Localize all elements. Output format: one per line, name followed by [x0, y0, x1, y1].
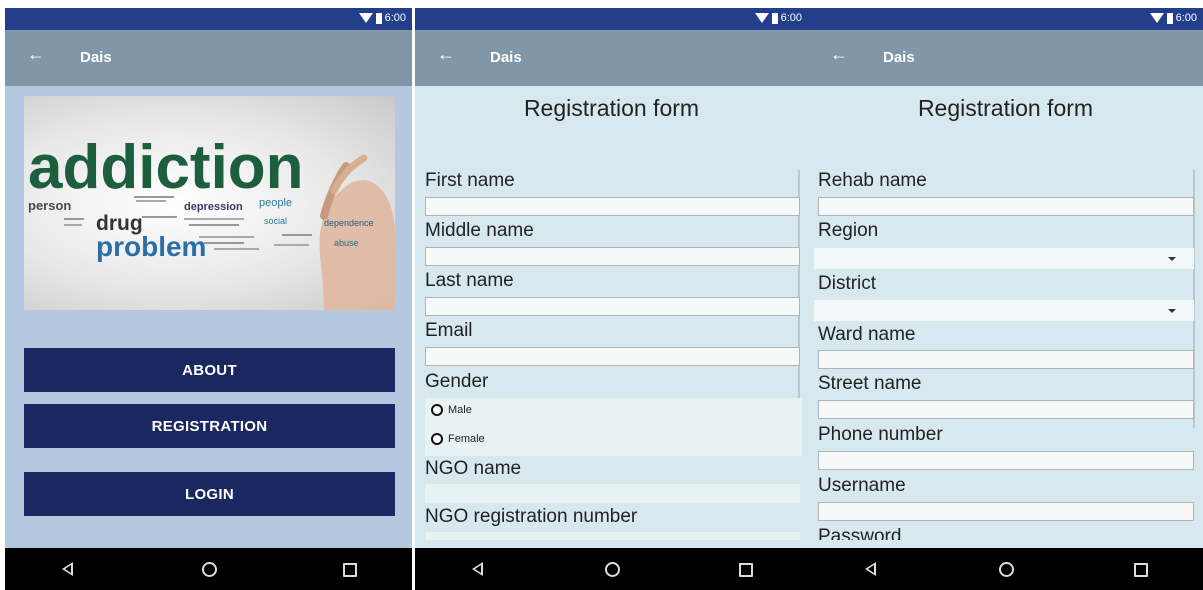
gender-label: Gender	[425, 371, 489, 392]
nav-home-icon[interactable]	[604, 562, 620, 577]
nav-back-icon[interactable]	[62, 562, 73, 576]
wifi-icon	[1149, 13, 1164, 23]
gender-radio-group: Male Female	[425, 398, 802, 456]
form-content: Registration form First name Middle name…	[415, 86, 808, 548]
form-title: Registration form	[917, 95, 1094, 121]
email-field[interactable]	[425, 347, 800, 366]
back-arrow-icon[interactable]: ←	[830, 44, 848, 65]
nav-back-icon[interactable]	[472, 562, 483, 576]
status-time: 6:00	[780, 12, 802, 24]
ward-name-field[interactable]	[818, 350, 1194, 369]
app-bar: ← Dais	[415, 30, 808, 86]
first-name-label: First name	[425, 170, 515, 191]
battery-icon	[771, 12, 778, 24]
nav-recents-icon[interactable]	[343, 563, 357, 577]
street-name-label: Street name	[818, 373, 922, 394]
addiction-word-cloud-image: addiction person drug problem depression…	[24, 96, 395, 310]
word-abuse: abuse	[334, 238, 359, 248]
rehab-name-field[interactable]	[818, 197, 1194, 216]
email-label: Email	[425, 320, 473, 341]
region-label: Region	[818, 220, 879, 241]
app-title: Dais	[883, 49, 915, 66]
nav-home-icon[interactable]	[998, 562, 1014, 577]
nav-recents-icon[interactable]	[739, 563, 753, 577]
battery-icon	[375, 12, 382, 24]
chevron-down-icon	[1168, 257, 1176, 261]
battery-icon	[1166, 12, 1173, 24]
last-name-field[interactable]	[425, 297, 800, 316]
registration-form-screen-2: 6:00 ← Dais Registration form Rehab name…	[808, 8, 1203, 590]
login-button[interactable]: LOGIN	[24, 472, 395, 516]
word-dependence: dependence	[324, 218, 374, 228]
username-label: Username	[818, 475, 906, 496]
status-bar: 6:00	[5, 8, 412, 30]
middle-name-label: Middle name	[425, 220, 534, 241]
nav-home-icon[interactable]	[201, 562, 217, 577]
ngo-registration-number-label: NGO registration number	[425, 506, 638, 527]
radio-button-icon[interactable]	[431, 404, 443, 416]
district-dropdown[interactable]	[814, 300, 1194, 321]
word-problem: problem	[96, 231, 206, 262]
navigation-bar	[415, 548, 808, 590]
app-bar: ← Dais	[5, 30, 412, 86]
registration-button[interactable]: REGISTRATION	[24, 404, 395, 448]
word-addiction: addiction	[28, 133, 304, 202]
status-time: 6:00	[1175, 12, 1197, 24]
wifi-icon	[754, 13, 769, 23]
form-title: Registration form	[523, 95, 700, 121]
word-depression: depression	[184, 201, 243, 213]
wifi-icon	[358, 13, 373, 23]
status-bar: 6:00	[415, 8, 808, 30]
nav-back-icon[interactable]	[865, 562, 876, 576]
home-content: addiction person drug problem depression…	[5, 86, 412, 548]
phone-number-field[interactable]	[818, 451, 1194, 470]
form-content: Registration form Rehab name Region Dist…	[808, 86, 1203, 548]
gender-female-label: Female	[448, 433, 485, 445]
password-label: Password	[818, 526, 902, 540]
registration-form-screen-1: 6:00 ← Dais Registration form First name…	[415, 8, 808, 590]
username-field[interactable]	[818, 502, 1194, 521]
rehab-name-label: Rehab name	[818, 170, 927, 191]
gender-male-option[interactable]: Male	[431, 404, 472, 416]
nav-recents-icon[interactable]	[1134, 563, 1148, 577]
ngo-name-field[interactable]	[425, 484, 800, 503]
status-time: 6:00	[384, 12, 406, 24]
navigation-bar	[808, 548, 1203, 590]
home-screen: 6:00 ← Dais addiction person drug proble…	[5, 8, 412, 590]
word-person: person	[28, 198, 71, 213]
ngo-registration-number-field[interactable]	[425, 532, 800, 540]
app-bar: ← Dais	[808, 30, 1203, 86]
gender-male-label: Male	[448, 404, 472, 416]
middle-name-field[interactable]	[425, 247, 800, 266]
word-social: social	[264, 216, 287, 226]
app-title: Dais	[80, 49, 112, 66]
region-dropdown[interactable]	[814, 248, 1194, 269]
back-arrow-icon[interactable]: ←	[437, 44, 455, 65]
chevron-down-icon	[1168, 309, 1176, 313]
phone-number-label: Phone number	[818, 424, 943, 445]
district-label: District	[818, 273, 877, 294]
last-name-label: Last name	[425, 270, 514, 291]
back-arrow-icon[interactable]: ←	[27, 44, 45, 65]
ward-name-label: Ward name	[818, 324, 916, 345]
street-name-field[interactable]	[818, 400, 1194, 419]
gender-female-option[interactable]: Female	[431, 433, 485, 445]
about-button[interactable]: ABOUT	[24, 348, 395, 392]
radio-button-icon[interactable]	[431, 433, 443, 445]
first-name-field[interactable]	[425, 197, 800, 216]
word-people: people	[259, 197, 292, 209]
status-bar: 6:00	[808, 8, 1203, 30]
navigation-bar	[5, 548, 412, 590]
app-title: Dais	[490, 49, 522, 66]
ngo-name-label: NGO name	[425, 458, 522, 479]
